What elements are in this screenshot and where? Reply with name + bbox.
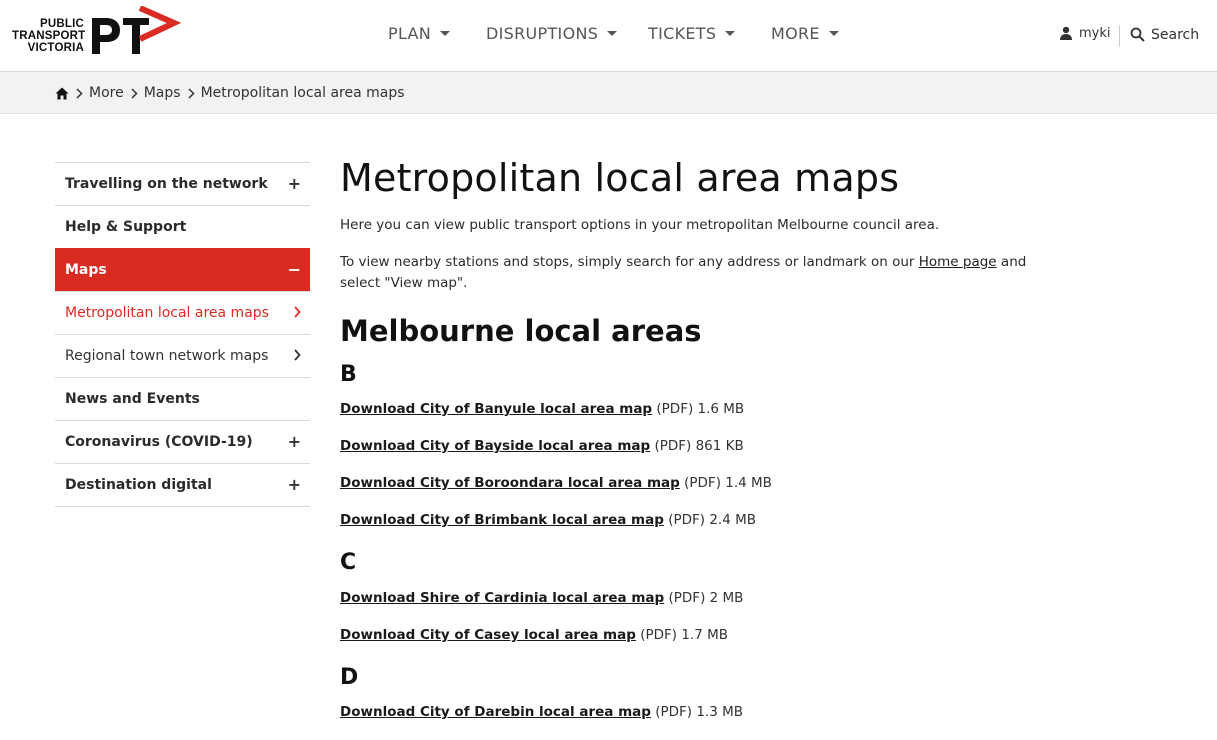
chevron-right-icon <box>188 87 195 99</box>
chevron-right-icon <box>76 87 83 99</box>
sidebar-item-metropolitan-maps[interactable]: Metropolitan local area maps <box>55 291 310 334</box>
collapse-icon[interactable]: − <box>288 260 301 279</box>
letter-heading-c: C <box>340 550 357 575</box>
download-item: Download City of Casey local area map (P… <box>340 627 728 643</box>
chevron-right-icon <box>294 349 301 361</box>
download-item: Download City of Bayside local area map … <box>340 438 744 454</box>
home-page-link[interactable]: Home page <box>919 254 997 270</box>
letter-heading-b: B <box>340 362 357 387</box>
nav-plan[interactable]: PLAN <box>388 24 451 48</box>
download-link-brimbank[interactable]: Download City of Brimbank local area map <box>340 512 664 528</box>
sidebar-item-destination-digital[interactable]: Destination digital + <box>55 463 310 507</box>
site-header: PUBLIC TRANSPORT VICTORIA PLAN DISRUPTIO… <box>0 0 1217 72</box>
sidebar-item-regional-maps[interactable]: Regional town network maps <box>55 334 310 377</box>
search-icon <box>1130 27 1145 42</box>
download-link-darebin[interactable]: Download City of Darebin local area map <box>340 704 651 720</box>
breadcrumb: More Maps Metropolitan local area maps <box>0 72 1217 114</box>
nav-more[interactable]: MORE <box>771 24 839 48</box>
pt-logo-mark-icon <box>92 6 182 54</box>
download-link-cardinia[interactable]: Download Shire of Cardinia local area ma… <box>340 590 664 606</box>
intro-text: Here you can view public transport optio… <box>340 217 940 233</box>
chevron-down-icon <box>725 31 736 36</box>
sidebar-nav: Travelling on the network + Help & Suppo… <box>55 162 310 507</box>
download-item: Download City of Boroondara local area m… <box>340 475 772 491</box>
expand-icon[interactable]: + <box>288 432 301 451</box>
ptv-logo[interactable]: PUBLIC TRANSPORT VICTORIA <box>12 6 182 62</box>
file-meta: (PDF) 1.3 MB <box>650 704 744 720</box>
nav-tickets[interactable]: TICKETS <box>648 24 736 48</box>
chevron-right-icon <box>294 306 301 318</box>
chevron-down-icon <box>440 31 451 36</box>
logo-text: PUBLIC TRANSPORT VICTORIA <box>12 18 86 54</box>
breadcrumb-current: Metropolitan local area maps <box>200 85 405 101</box>
sidebar-item-news[interactable]: News and Events <box>55 377 310 420</box>
chevron-down-icon <box>607 31 618 36</box>
file-meta: (PDF) 861 KB <box>650 438 744 454</box>
download-link-bayside[interactable]: Download City of Bayside local area map <box>340 438 650 454</box>
sidebar-item-covid[interactable]: Coronavirus (COVID-19) + <box>55 420 310 463</box>
expand-icon[interactable]: + <box>288 174 301 193</box>
myki-link[interactable]: myki <box>1059 26 1111 41</box>
file-meta: (PDF) 1.7 MB <box>635 627 728 643</box>
expand-icon[interactable]: + <box>288 475 301 494</box>
breadcrumb-more[interactable]: More <box>89 85 124 101</box>
breadcrumb-maps[interactable]: Maps <box>144 85 181 101</box>
breadcrumb-trail: More Maps Metropolitan local area maps <box>55 85 405 101</box>
chevron-right-icon <box>131 87 138 99</box>
user-icon <box>1060 26 1072 40</box>
sidebar-item-maps[interactable]: Maps − <box>55 248 310 291</box>
download-item: Download City of Banyule local area map … <box>340 401 744 417</box>
page-title: Metropolitan local area maps <box>340 156 900 200</box>
intro-text-2: To view nearby stations and stops, simpl… <box>340 254 1027 291</box>
sidebar-item-help[interactable]: Help & Support <box>55 205 310 248</box>
file-meta: (PDF) 1.6 MB <box>652 401 745 417</box>
nav-disruptions[interactable]: DISRUPTIONS <box>486 24 618 48</box>
download-item: Download City of Darebin local area map … <box>340 704 743 720</box>
download-link-banyule[interactable]: Download City of Banyule local area map <box>340 401 652 417</box>
download-item: Download Shire of Cardinia local area ma… <box>340 590 743 606</box>
search-button[interactable]: Search <box>1130 27 1199 43</box>
file-meta: (PDF) 2.4 MB <box>663 512 756 528</box>
download-link-boroondara[interactable]: Download City of Boroondara local area m… <box>340 475 680 491</box>
section-heading: Melbourne local areas <box>340 314 702 348</box>
home-icon[interactable] <box>55 87 69 100</box>
chevron-down-icon <box>828 31 839 36</box>
letter-heading-d: D <box>340 665 359 690</box>
download-item: Download City of Brimbank local area map… <box>340 512 756 528</box>
download-link-casey[interactable]: Download City of Casey local area map <box>340 627 636 643</box>
sidebar-item-travelling[interactable]: Travelling on the network + <box>55 162 310 205</box>
file-meta: (PDF) 1.4 MB <box>679 475 772 491</box>
header-divider <box>1119 25 1120 47</box>
file-meta: (PDF) 2 MB <box>664 590 744 606</box>
